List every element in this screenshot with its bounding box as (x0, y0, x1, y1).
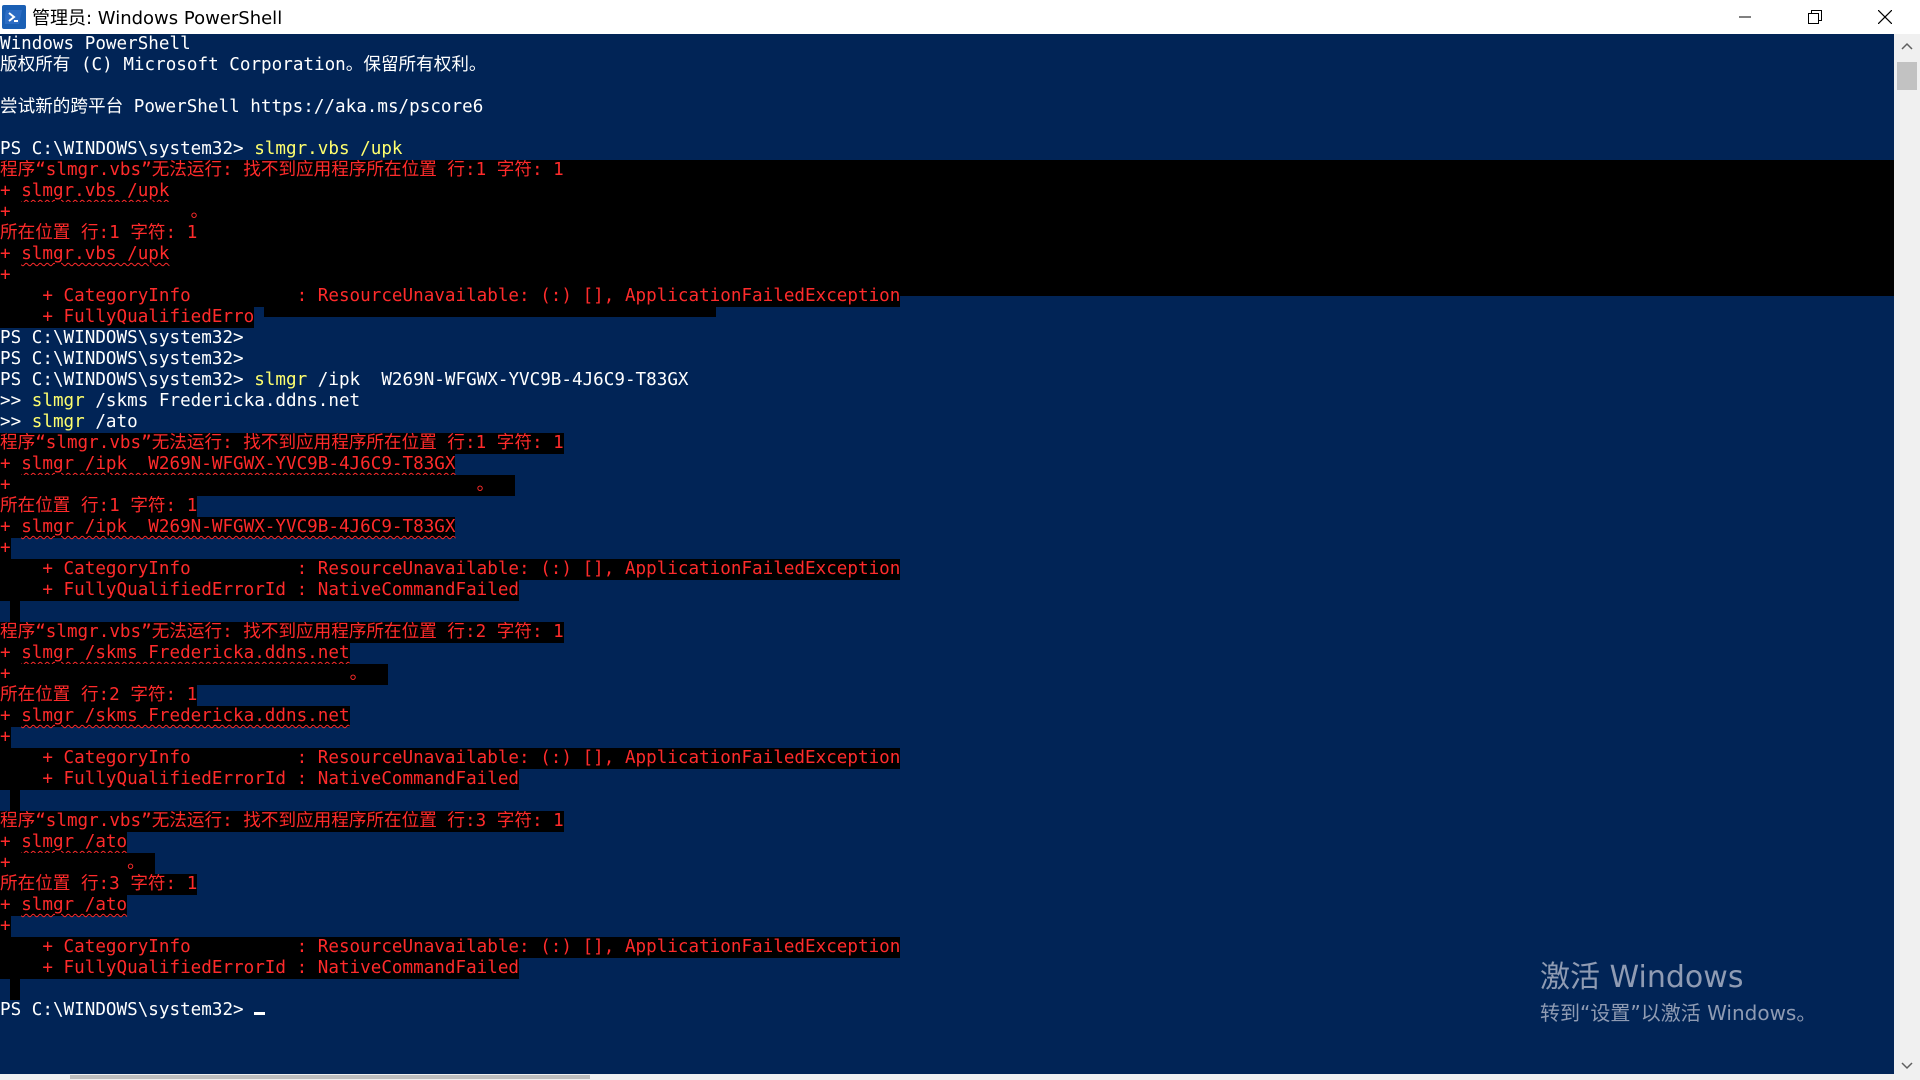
error-command: + slmgr /ato (0, 895, 128, 916)
error-command: + slmgr /ipk W269N-WFGWX-YVC9B-4J6C9-T83… (0, 454, 456, 475)
error-location: 所在位置 行:1 字符: 1 (0, 223, 198, 244)
error-command: + slmgr /ipk W269N-WFGWX-YVC9B-4J6C9-T83… (0, 517, 456, 538)
chevron-down-icon (1901, 1062, 1913, 1070)
prompt-line: PS C:\WINDOWS\system32> (0, 328, 255, 348)
error-block-background (10, 979, 20, 1000)
prompt: PS C:\WINDOWS\system32> (0, 139, 255, 159)
error-command: + slmgr.vbs /upk (0, 181, 170, 202)
close-button[interactable] (1850, 0, 1920, 34)
title-bar[interactable]: 管理员: Windows PowerShell (0, 0, 1920, 34)
error-pointer: + 。 (0, 664, 389, 685)
restore-button[interactable] (1780, 0, 1850, 34)
error-command: + slmgr.vbs /upk (0, 244, 170, 265)
error-category: + CategoryInfo : ResourceUnavailable: (:… (0, 937, 901, 958)
powershell-icon (2, 5, 26, 29)
error-command: + slmgr /skms Fredericka.ddns.net (0, 643, 350, 664)
vertical-scrollbar[interactable] (1894, 34, 1920, 1080)
header-line: Windows PowerShell (0, 34, 191, 54)
close-icon (1878, 10, 1892, 24)
error-id: + FullyQualifiedErro (0, 307, 255, 328)
error-category: + CategoryInfo : ResourceUnavailable: (:… (0, 559, 901, 580)
minimize-icon (1739, 16, 1751, 18)
error-location: 所在位置 行:3 字符: 1 (0, 874, 198, 895)
error-message: 程序“slmgr.vbs”无法运行: 找不到应用程序所在位置 行:3 字符: 1 (0, 811, 564, 832)
header-line: 版权所有 (C) Microsoft Corporation。保留所有权利。 (0, 55, 487, 75)
error-message: 程序“slmgr.vbs”无法运行: 找不到应用程序所在位置 行:2 字符: 1 (0, 622, 564, 643)
error-message: 程序“slmgr.vbs”无法运行: 找不到应用程序所在位置 行:1 字符: 1 (0, 433, 564, 454)
error-block-background (10, 790, 20, 811)
error-plus: + (0, 916, 11, 937)
error-command: + slmgr /skms Fredericka.ddns.net (0, 706, 350, 727)
window-title: 管理员: Windows PowerShell (32, 8, 283, 29)
error-pointer: + 。 (0, 202, 209, 223)
activation-watermark: 激活 Windows 转到“设置”以激活 Windows。 (1540, 958, 1816, 1028)
error-message: 程序“slmgr.vbs”无法运行: 找不到应用程序所在位置 行:1 字符: 1 (0, 160, 564, 181)
scrollbar-thumb[interactable] (1897, 62, 1917, 90)
text-cursor (254, 1012, 266, 1015)
error-block-background (10, 601, 20, 622)
error-id: + FullyQualifiedErrorId : NativeCommandF… (0, 580, 520, 601)
error-id: + FullyQualifiedErrorId : NativeCommandF… (0, 769, 520, 790)
continuation-line: >> slmgr /ato (0, 412, 138, 432)
error-command: + slmgr /ato (0, 832, 128, 853)
error-id: + FullyQualifiedErrorId : NativeCommandF… (0, 958, 520, 979)
error-pointer: + 。 (0, 475, 516, 496)
error-location: 所在位置 行:2 字符: 1 (0, 685, 198, 706)
horizontal-scrollbar-thumb[interactable] (70, 1075, 590, 1079)
activation-subtitle: 转到“设置”以激活 Windows。 (1540, 1001, 1817, 1025)
minimize-button[interactable] (1710, 0, 1780, 34)
error-category: + CategoryInfo : ResourceUnavailable: (:… (0, 748, 901, 769)
command-text: slmgr.vbs /upk (254, 139, 403, 159)
powershell-window: 管理员: Windows PowerShell Windows PowerShe… (0, 0, 1920, 1080)
prompt-line: PS C:\WINDOWS\system32> slmgr /ipk W269N… (0, 370, 689, 390)
error-plus: + (0, 265, 11, 286)
prompt-line: PS C:\WINDOWS\system32> (0, 349, 255, 369)
error-location: 所在位置 行:1 字符: 1 (0, 496, 198, 517)
restore-icon (1808, 10, 1822, 24)
error-plus: + (0, 538, 11, 559)
horizontal-scrollbar[interactable] (0, 1074, 1894, 1080)
error-pointer: + 。 (0, 853, 156, 874)
continuation-line: >> slmgr /skms Fredericka.ddns.net (0, 391, 361, 411)
prompt-line[interactable]: PS C:\WINDOWS\system32> (0, 1000, 266, 1021)
console-output[interactable]: Windows PowerShell 版权所有 (C) Microsoft Co… (0, 34, 1894, 1074)
error-category: + CategoryInfo : ResourceUnavailable: (:… (0, 286, 901, 307)
scroll-down-button[interactable] (1894, 1054, 1920, 1078)
error-plus: + (0, 727, 11, 748)
header-line: 尝试新的跨平台 PowerShell https://aka.ms/pscore… (0, 97, 484, 117)
activation-title: 激活 Windows (1540, 960, 1744, 995)
chevron-up-icon (1901, 42, 1913, 50)
scroll-up-button[interactable] (1894, 34, 1920, 58)
prompt-line: PS C:\WINDOWS\system32> slmgr.vbs /upk (0, 139, 403, 160)
